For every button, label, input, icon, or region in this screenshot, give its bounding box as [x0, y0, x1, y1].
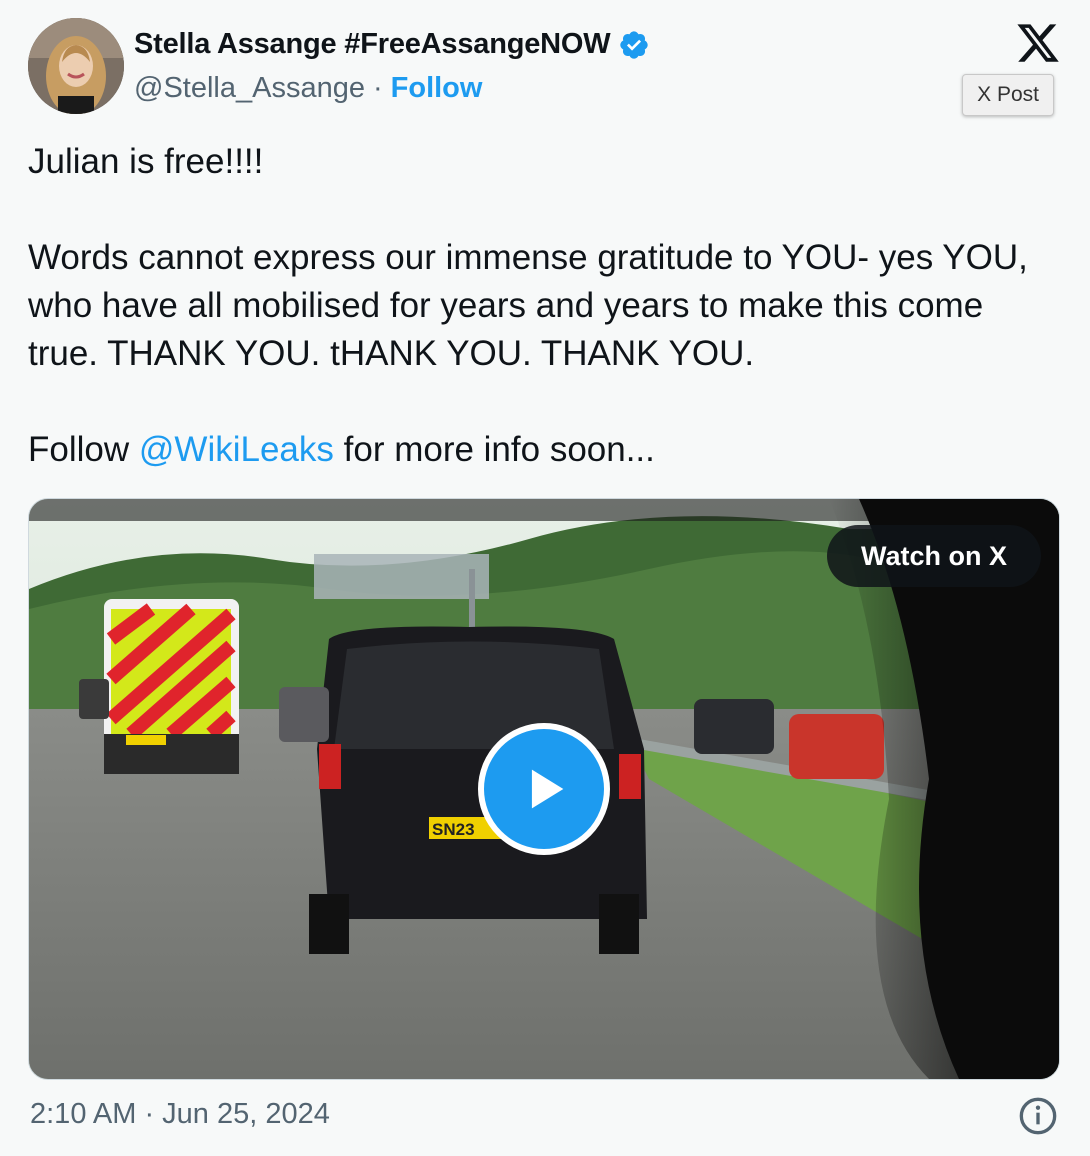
follow-suffix-text: for more info soon... — [343, 430, 655, 469]
verified-badge-icon — [618, 29, 650, 61]
follow-button[interactable]: Follow — [391, 72, 483, 105]
play-button[interactable] — [478, 723, 610, 855]
x-logo-icon[interactable] — [1014, 20, 1062, 66]
info-icon[interactable] — [1018, 1096, 1058, 1136]
tweet-footer: 2:10 AM · Jun 25, 2024 — [28, 1096, 1058, 1140]
maintenance-van — [104, 599, 239, 774]
author-display-name[interactable]: Stella Assange #FreeAssangeNOW — [134, 28, 611, 61]
plate-text: SN23 — [432, 820, 475, 839]
author-handle[interactable]: @Stella_Assange — [134, 72, 365, 105]
tweet-paragraph-3: Follow @WikiLeaks for more info soon... — [28, 426, 1058, 474]
x-post-tooltip: X Post — [962, 74, 1054, 116]
author-name-line: Stella Assange #FreeAssangeNOW — [134, 28, 650, 61]
follow-prefix-text: Follow — [28, 430, 130, 469]
wikileaks-mention-link[interactable]: @WikiLeaks — [139, 430, 334, 469]
timestamp-link[interactable]: 2:10 AM · Jun 25, 2024 — [30, 1098, 330, 1131]
play-icon — [531, 769, 564, 809]
separator-dot: · — [372, 72, 383, 104]
tweet-text: Julian is free!!!! Words cannot express … — [28, 138, 1058, 474]
tweet-line-1: Julian is free!!!! — [28, 142, 264, 181]
watch-on-x-button[interactable]: Watch on X — [827, 525, 1041, 587]
author-handle-line: @Stella_Assange · Follow — [134, 72, 482, 105]
tweet-paragraph-2: Words cannot express our immense gratitu… — [28, 238, 1028, 373]
tweet-header: Stella Assange #FreeAssangeNOW @Stella_A… — [28, 18, 1068, 118]
video-media[interactable]: SN23 Watch on X — [28, 498, 1060, 1080]
avatar[interactable] — [28, 18, 124, 114]
